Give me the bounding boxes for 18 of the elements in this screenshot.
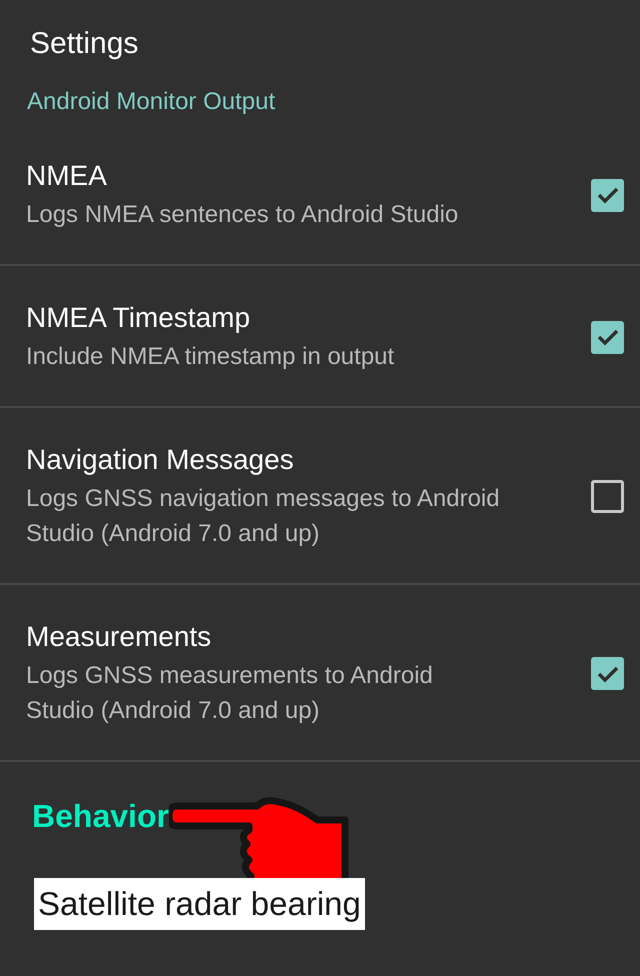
preference-summary: Logs GNSS measurements to Android Studio (Android 7.0 and up) — [26, 661, 434, 726]
preference-title[interactable]: NMEA Timestamp — [26, 300, 571, 336]
check-icon — [596, 185, 620, 205]
preference-title[interactable]: Navigation Messages — [26, 442, 571, 478]
preference-title[interactable]: NMEA — [26, 158, 571, 194]
caption-label: Satellite radar bearing — [34, 878, 365, 930]
screen-title: Settings — [30, 26, 140, 62]
checkbox[interactable] — [591, 480, 624, 513]
check-icon — [596, 327, 620, 347]
section-heading: Behavior — [32, 798, 169, 834]
preference-summary: Logs GNSS navigation messages to Android Studio (Android 7.0 and up) — [26, 484, 501, 549]
checkbox[interactable] — [591, 320, 624, 354]
checkbox[interactable] — [591, 657, 624, 690]
category-title: Android Monitor Output — [27, 87, 276, 117]
preference-summary: Logs NMEA sentences to Android Studio — [26, 200, 460, 230]
preference-title[interactable]: Measurements — [26, 619, 571, 655]
preference-summary: Include NMEA timestamp in output — [26, 342, 396, 372]
checkbox[interactable] — [591, 178, 624, 212]
